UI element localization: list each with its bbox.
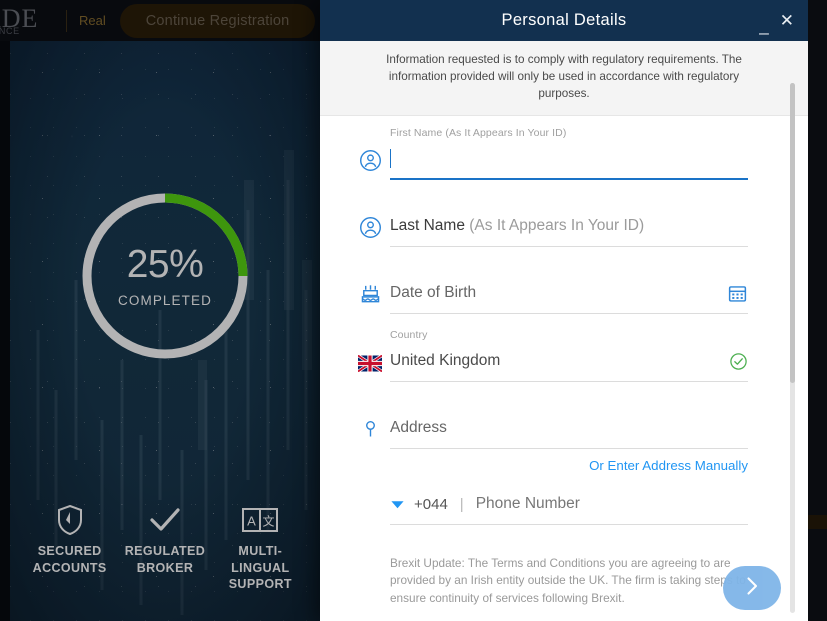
feature-secured-accounts: SECURED ACCOUNTS bbox=[25, 503, 115, 576]
feature-label-line1: REGULATED bbox=[124, 544, 206, 558]
feature-regulated-broker: REGULATED BROKER bbox=[120, 503, 210, 576]
first-name-input[interactable] bbox=[390, 140, 748, 180]
text-caret bbox=[390, 149, 391, 169]
feature-label-line1: SECURED bbox=[37, 544, 102, 558]
window-controls: _ ✕ bbox=[759, 0, 794, 41]
enter-address-manually-link[interactable]: Or Enter Address Manually bbox=[390, 458, 748, 473]
last-name-field[interactable]: Last Name (As It Appears In Your ID) bbox=[359, 207, 748, 247]
screen: 25% COMPLETED SECURED ACCOUNTS REGULATED… bbox=[0, 0, 827, 621]
first-name-label: First Name (As It Appears In Your ID) bbox=[390, 126, 567, 139]
modal-header: Personal Details _ ✕ bbox=[320, 0, 808, 41]
gutter-amber-marker bbox=[808, 515, 827, 529]
date-of-birth-field[interactable]: Date of Birth bbox=[361, 274, 748, 314]
person-circle-icon bbox=[358, 149, 382, 173]
personal-details-modal: Personal Details _ ✕ Information request… bbox=[320, 0, 808, 621]
date-of-birth-placeholder: Date of Birth bbox=[390, 284, 477, 302]
feature-label-line1: MULTI- bbox=[238, 544, 283, 558]
regulatory-notice: Information requested is to comply with … bbox=[320, 41, 808, 116]
form-scrollbar-track[interactable] bbox=[790, 83, 795, 613]
progress-caption: COMPLETED bbox=[118, 292, 212, 308]
phone-placeholder: Phone Number bbox=[475, 495, 580, 513]
progress-ring: 25% COMPLETED bbox=[79, 190, 251, 362]
phone-input-row[interactable]: +044 | Phone Number bbox=[390, 485, 748, 525]
country-value: United Kingdom bbox=[390, 352, 501, 370]
last-name-placeholder-strong: Last Name bbox=[390, 217, 470, 235]
uk-flag-icon bbox=[358, 352, 382, 376]
birthday-cake-icon bbox=[358, 283, 382, 307]
registration-hero-panel: 25% COMPLETED SECURED ACCOUNTS REGULATED… bbox=[10, 30, 320, 621]
form-scrollbar-thumb[interactable] bbox=[790, 83, 795, 383]
feature-label-line2: LINGUAL bbox=[231, 560, 290, 575]
caret-down-icon[interactable] bbox=[390, 498, 405, 510]
translate-icon: A 文 bbox=[215, 503, 305, 537]
right-gutter bbox=[808, 0, 827, 621]
address-field[interactable]: Address bbox=[365, 409, 748, 449]
svg-text:A: A bbox=[247, 514, 256, 529]
brand-logo: ADE FIDENCE bbox=[0, 0, 60, 41]
country-label: Country bbox=[390, 328, 428, 341]
country-field[interactable]: Country United Kingdom bbox=[358, 329, 748, 382]
feature-label-line2: BROKER bbox=[136, 560, 194, 575]
feature-badges: SECURED ACCOUNTS REGULATED BROKER A 文 MU… bbox=[10, 503, 320, 613]
feature-multilingual-support: A 文 MULTI- LINGUAL SUPPORT bbox=[215, 503, 305, 593]
minimize-icon[interactable]: _ bbox=[759, 17, 768, 34]
chevron-right-icon bbox=[743, 575, 761, 602]
last-name-input[interactable]: Last Name (As It Appears In Your ID) bbox=[390, 207, 748, 247]
brand-logo-tagline: FIDENCE bbox=[0, 26, 20, 36]
calendar-icon[interactable] bbox=[727, 283, 748, 304]
date-of-birth-input[interactable]: Date of Birth bbox=[390, 274, 748, 314]
phone-separator: | bbox=[459, 495, 464, 513]
first-name-field[interactable]: First Name (As It Appears In Your ID) bbox=[359, 127, 748, 180]
svg-text:文: 文 bbox=[263, 514, 275, 529]
progress-percent: 25% bbox=[126, 242, 204, 286]
account-mode-label: Real bbox=[79, 13, 106, 28]
check-icon bbox=[120, 503, 210, 537]
brexit-update-note: Brexit Update: The Terms and Conditions … bbox=[390, 555, 746, 605]
app-topbar: ADE FIDENCE Real Continue Registration bbox=[0, 0, 330, 41]
phone-field[interactable]: +044 | Phone Number bbox=[390, 485, 748, 525]
progress-label: 25% COMPLETED bbox=[79, 190, 251, 362]
feature-label-line3: SUPPORT bbox=[228, 577, 292, 592]
phone-country-code[interactable]: +044 bbox=[414, 496, 448, 513]
address-placeholder: Address bbox=[390, 419, 447, 437]
address-input[interactable]: Address bbox=[390, 409, 748, 449]
topbar-divider bbox=[66, 9, 67, 32]
check-circle-icon bbox=[729, 352, 748, 371]
country-input[interactable]: United Kingdom bbox=[390, 342, 748, 382]
shield-icon bbox=[25, 503, 115, 537]
last-name-placeholder-rest: (As It Appears In Your ID) bbox=[469, 217, 645, 235]
close-icon[interactable]: ✕ bbox=[780, 12, 794, 29]
feature-label-line2: ACCOUNTS bbox=[32, 560, 107, 575]
personal-details-form: First Name (As It Appears In Your ID) La… bbox=[320, 116, 808, 621]
progress-ring-container: 25% COMPLETED bbox=[10, 190, 320, 362]
next-step-button[interactable] bbox=[723, 566, 781, 610]
person-circle-icon bbox=[358, 216, 382, 240]
continue-registration-button[interactable]: Continue Registration bbox=[119, 3, 316, 38]
modal-title: Personal Details bbox=[501, 11, 627, 29]
location-pin-icon bbox=[358, 418, 382, 442]
